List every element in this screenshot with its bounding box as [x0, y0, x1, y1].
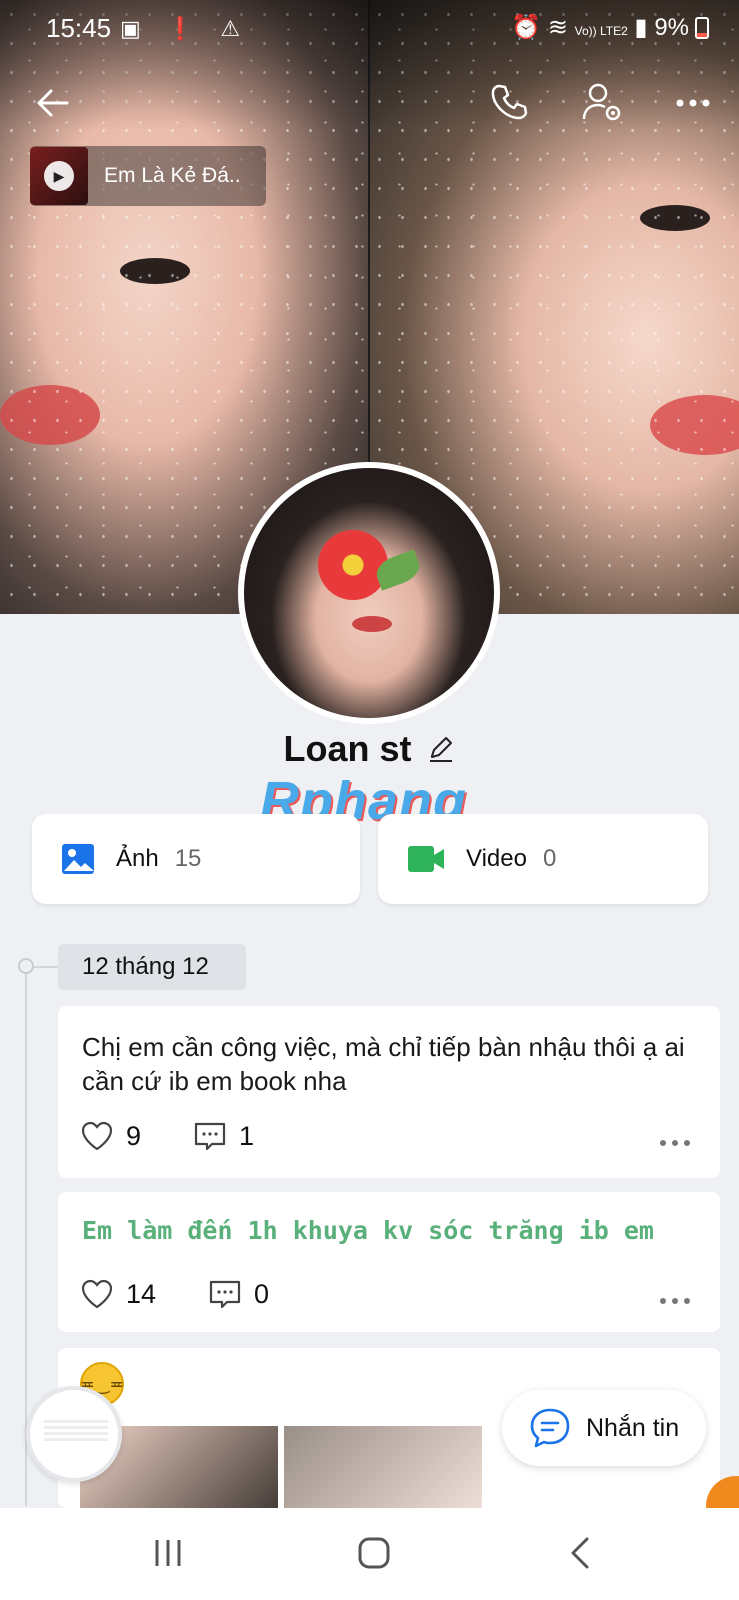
status-bar: 15:45 ▣ ❗ ⚠ ⏰ ≋ Vo)) LTE2 ▮ 9% — [0, 0, 739, 56]
wifi-icon: ≋ — [547, 14, 568, 41]
user-settings-icon — [582, 83, 621, 121]
avatar[interactable] — [238, 462, 500, 724]
phone-icon — [491, 84, 528, 120]
signal-icon: ▮ — [634, 14, 648, 41]
home-icon — [358, 1537, 390, 1569]
profile-music[interactable]: ▶ Em Là Kẻ Đá.. — [30, 146, 266, 206]
heart-icon — [81, 1279, 113, 1309]
system-nav-bar — [0, 1508, 739, 1600]
network-label: Vo)) LTE2 — [574, 24, 628, 38]
video-camera-icon — [408, 846, 444, 872]
comment-button[interactable]: 0 — [208, 1278, 269, 1310]
message-button[interactable]: Nhắn tin — [502, 1390, 706, 1466]
image-icon — [62, 844, 94, 874]
message-button-label: Nhắn tin — [586, 1413, 680, 1442]
post-actions: 9 1 — [80, 1120, 306, 1152]
post-photo[interactable] — [284, 1426, 482, 1508]
music-title: Em Là Kẻ Đá.. — [104, 164, 241, 187]
like-button[interactable]: 14 — [80, 1278, 156, 1310]
profile-name-row: Loan st — [0, 728, 739, 770]
videos-label: Video — [466, 845, 527, 872]
post-text: Em làm đến 1h khuya kv sóc trăng ib em — [82, 1216, 654, 1245]
notification-icons: ▣ ❗ ⚠ — [120, 16, 251, 41]
alarm-icon: ⏰ — [511, 14, 542, 41]
post-more-button[interactable] — [660, 1140, 690, 1146]
photos-card[interactable]: Ảnh 15 — [32, 814, 360, 904]
back-button[interactable] — [30, 80, 76, 126]
recents-icon — [155, 1540, 181, 1566]
timeline-dot — [18, 958, 34, 974]
photos-label: Ảnh — [116, 845, 159, 872]
timeline-date: 12 tháng 12 — [58, 944, 246, 990]
back-arrow-icon — [37, 89, 69, 117]
videos-card[interactable]: Video 0 — [378, 814, 708, 904]
heart-icon — [81, 1121, 113, 1151]
like-count: 9 — [126, 1120, 142, 1151]
status-right: ⏰ ≋ Vo)) LTE2 ▮ 9% — [511, 13, 689, 42]
call-button[interactable] — [486, 78, 532, 124]
floating-chat-bubble[interactable] — [26, 1386, 122, 1482]
battery-icon — [695, 17, 709, 39]
play-icon[interactable]: ▶ — [44, 161, 74, 191]
comment-button[interactable]: 1 — [193, 1120, 254, 1152]
battery-percent: 9% — [654, 14, 689, 41]
nav-back-icon — [571, 1537, 589, 1569]
chat-icon — [530, 1408, 570, 1448]
edit-icon[interactable] — [426, 734, 456, 764]
like-count: 14 — [126, 1278, 157, 1309]
comment-count: 0 — [254, 1278, 270, 1309]
avatar-photo — [244, 468, 494, 718]
comment-count: 1 — [239, 1120, 255, 1151]
avatar-lips — [352, 616, 392, 632]
more-icon — [676, 99, 710, 107]
comment-icon — [194, 1122, 226, 1151]
home-button[interactable] — [344, 1530, 404, 1576]
post-actions: 14 0 — [80, 1278, 321, 1310]
flower-sticker — [318, 530, 388, 600]
recents-button[interactable] — [138, 1530, 198, 1576]
post-card[interactable]: Em làm đến 1h khuya kv sóc trăng ib em 1… — [58, 1192, 720, 1332]
timeline-branch — [34, 966, 58, 968]
videos-count: 0 — [542, 845, 557, 872]
post-card[interactable]: Chị em cần công việc, mà chỉ tiếp bàn nh… — [58, 1006, 720, 1178]
like-button[interactable]: 9 — [80, 1120, 141, 1152]
photos-count: 15 — [174, 845, 202, 872]
profile-name: Loan st — [283, 728, 412, 769]
post-more-button[interactable] — [660, 1298, 690, 1304]
bubble-preview — [44, 1420, 108, 1444]
comment-icon — [209, 1280, 241, 1309]
profile-settings-button[interactable] — [578, 78, 628, 128]
status-time: 15:45 — [46, 13, 112, 43]
post-text: Chị em cần công việc, mà chỉ tiếp bàn nh… — [82, 1032, 685, 1096]
more-button[interactable] — [670, 80, 716, 126]
music-thumbnail: ▶ — [30, 147, 88, 205]
system-back-button[interactable] — [550, 1530, 610, 1576]
